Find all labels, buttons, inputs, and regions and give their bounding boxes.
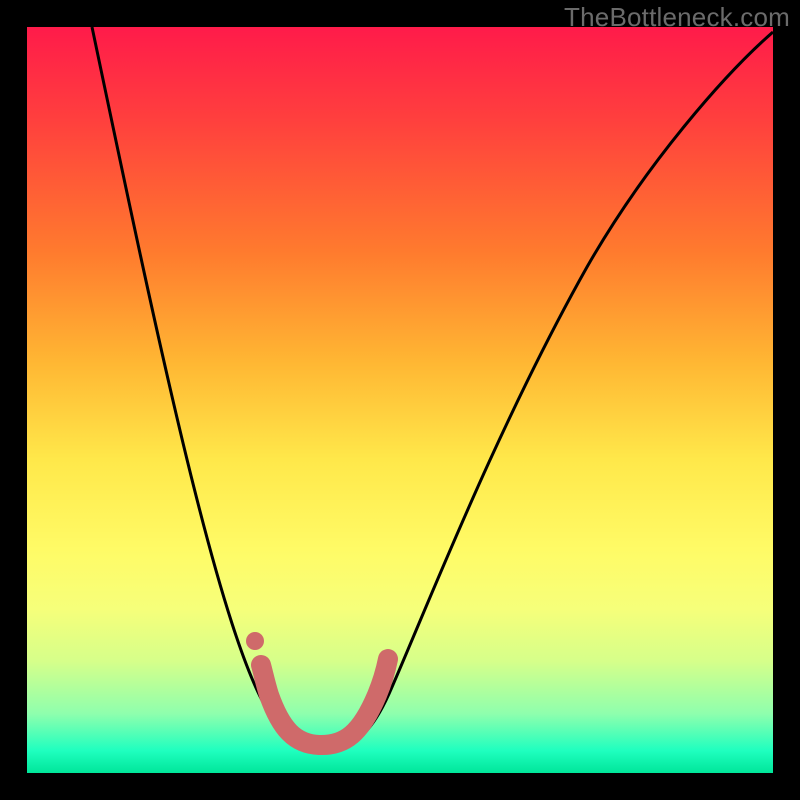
highlight-segment — [261, 659, 388, 745]
bottleneck-curve — [92, 27, 773, 747]
highlight-dot — [246, 632, 264, 650]
chart-plot-area — [27, 27, 773, 773]
watermark-text: TheBottleneck.com — [564, 2, 790, 33]
chart-svg — [27, 27, 773, 773]
